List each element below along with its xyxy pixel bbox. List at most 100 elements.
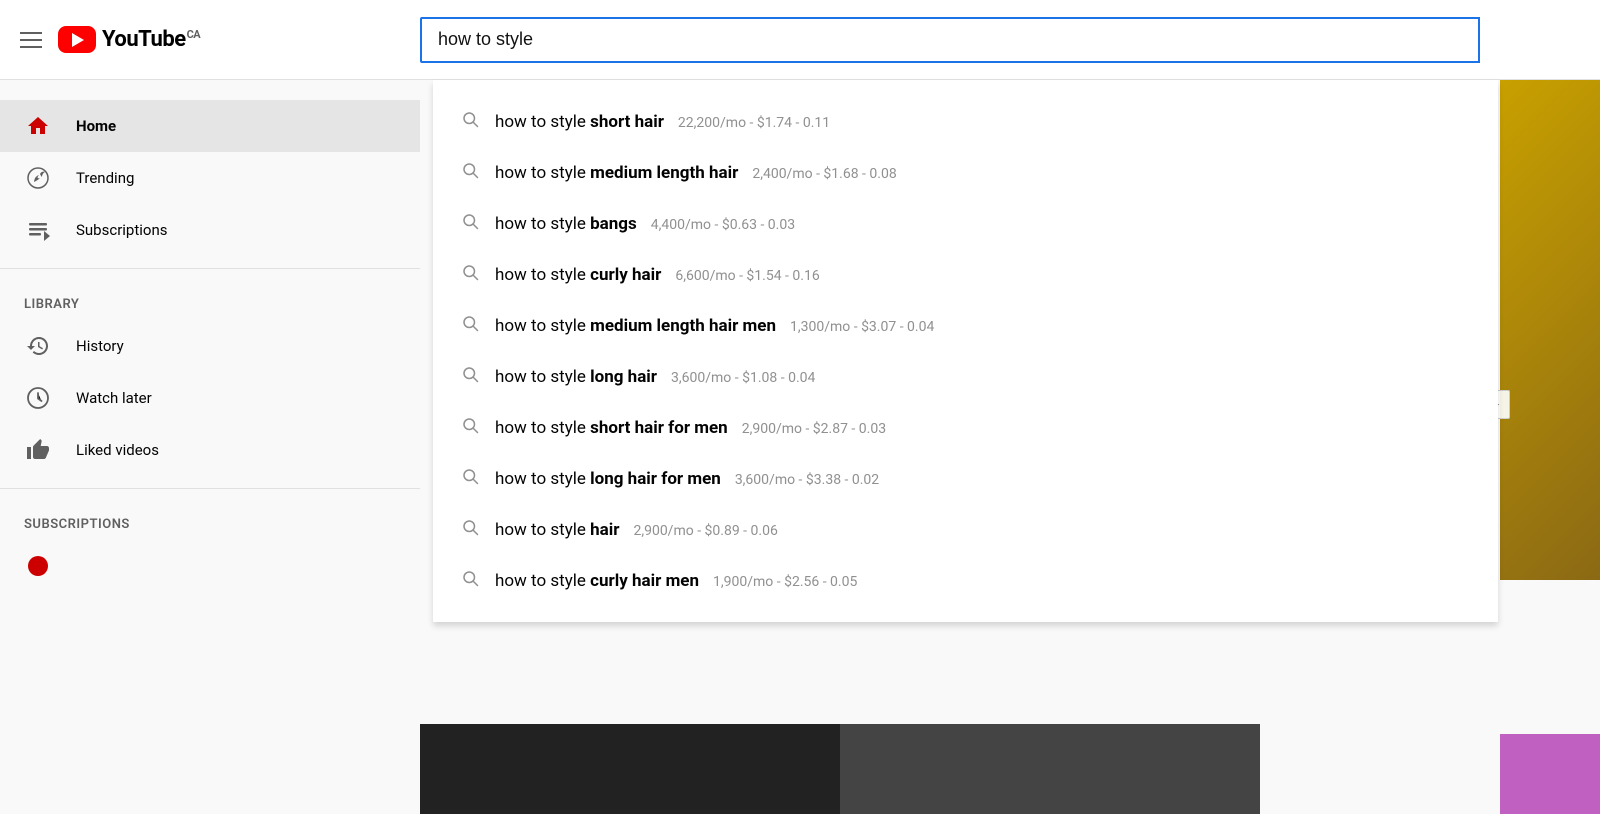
autocomplete-text: how to style medium length hair men1,300… — [495, 316, 934, 336]
sidebar-item-watch-later[interactable]: Watch later — [0, 372, 420, 424]
autocomplete-prefix: how to style — [495, 112, 590, 132]
youtube-logo[interactable]: YouTubeCA — [58, 26, 200, 53]
autocomplete-meta: 2,400/mo - $1.68 - 0.08 — [752, 166, 896, 182]
autocomplete-meta: 22,200/mo - $1.74 - 0.11 — [678, 115, 830, 131]
autocomplete-bold: medium length hair — [590, 163, 738, 183]
autocomplete-item-6[interactable]: how to style short hair for men2,900/mo … — [433, 402, 1498, 453]
autocomplete-item-4[interactable]: how to style medium length hair men1,300… — [433, 300, 1498, 351]
bottom-thumbnails — [420, 724, 1260, 814]
autocomplete-text: how to style long hair for men 3,600/mo -… — [495, 469, 879, 489]
youtube-wordmark: YouTubeCA — [102, 27, 200, 52]
trending-icon — [24, 164, 52, 192]
search-icon — [461, 161, 479, 184]
autocomplete-bold: curly hair men — [590, 571, 699, 591]
search-icon — [461, 110, 479, 133]
autocomplete-text: how to style curly hair men 1,900/mo - $2… — [495, 571, 857, 591]
subscriptions-section-label: SUBSCRIPTIONS — [0, 501, 420, 540]
autocomplete-prefix: how to style — [495, 265, 590, 285]
search-icon — [461, 416, 479, 439]
header-left: YouTubeCA — [20, 26, 420, 53]
autocomplete-meta: 4,400/mo - $0.63 - 0.03 — [651, 217, 795, 233]
autocomplete-item-8[interactable]: how to style hair 2,900/mo - $0.89 - 0.06 — [433, 504, 1498, 555]
sidebar-item-liked-videos[interactable]: Liked videos — [0, 424, 420, 476]
autocomplete-meta: 2,900/mo - $2.87 - 0.03 — [742, 421, 886, 437]
search-input[interactable] — [420, 17, 1480, 63]
youtube-icon — [58, 26, 96, 53]
search-icon — [461, 569, 479, 592]
autocomplete-item-2[interactable]: how to style bangs 4,400/mo - $0.63 - 0.0… — [433, 198, 1498, 249]
hamburger-menu-button[interactable] — [20, 32, 42, 48]
watch-later-icon — [24, 384, 52, 412]
autocomplete-prefix: how to style — [495, 418, 590, 438]
home-icon — [24, 112, 52, 140]
autocomplete-text: how to style medium length hair 2,400/mo … — [495, 163, 897, 183]
sidebar-item-subscriptions[interactable]: Subscriptions — [0, 204, 420, 256]
autocomplete-meta: 3,600/mo - $3.38 - 0.02 — [735, 472, 879, 488]
sidebar-item-label: Liked videos — [76, 441, 159, 459]
sidebar-item-label: History — [76, 337, 124, 355]
right-thumbnail — [1500, 80, 1600, 580]
sidebar-item-trending[interactable]: Trending — [0, 152, 420, 204]
autocomplete-item-9[interactable]: how to style curly hair men 1,900/mo - $2… — [433, 555, 1498, 606]
youtube-text: YouTube — [102, 27, 186, 52]
autocomplete-text: how to style bangs 4,400/mo - $0.63 - 0.0… — [495, 214, 795, 234]
subscriptions-icon — [24, 216, 52, 244]
bottom-thumb-1 — [420, 724, 840, 814]
history-icon — [24, 332, 52, 360]
autocomplete-bold: long hair for men — [590, 469, 721, 489]
autocomplete-item-1[interactable]: how to style medium length hair 2,400/mo … — [433, 147, 1498, 198]
sidebar-item-subscription-1[interactable] — [0, 540, 420, 592]
sidebar-divider-2 — [0, 488, 420, 489]
search-container — [420, 17, 1480, 63]
autocomplete-meta: 1,900/mo - $2.56 - 0.05 — [713, 574, 857, 590]
autocomplete-item-7[interactable]: how to style long hair for men 3,600/mo -… — [433, 453, 1498, 504]
search-icon — [461, 467, 479, 490]
search-icon — [461, 518, 479, 541]
autocomplete-text: how to style curly hair 6,600/mo - $1.54 … — [495, 265, 820, 285]
autocomplete-meta: 3,600/mo - $1.08 - 0.04 — [671, 370, 815, 386]
bottom-thumb-2 — [840, 724, 1260, 814]
autocomplete-bold: medium length hair men — [590, 316, 776, 336]
autocomplete-bold: long hair — [590, 367, 657, 387]
autocomplete-dropdown: how to style short hair 22,200/mo - $1.74… — [433, 80, 1498, 622]
sidebar-item-history[interactable]: History — [0, 320, 420, 372]
autocomplete-meta: 6,600/mo - $1.54 - 0.16 — [675, 268, 819, 284]
header: YouTubeCA — [0, 0, 1600, 80]
sidebar-item-label: Trending — [76, 169, 134, 187]
search-icon — [461, 263, 479, 286]
autocomplete-item-5[interactable]: how to style long hair 3,600/mo - $1.08 -… — [433, 351, 1498, 402]
autocomplete-item-0[interactable]: how to style short hair 22,200/mo - $1.74… — [433, 96, 1498, 147]
sidebar-item-home[interactable]: Home — [0, 100, 420, 152]
library-section-label: LIBRARY — [0, 281, 420, 320]
autocomplete-bold: curly hair — [590, 265, 661, 285]
autocomplete-text: how to style short hair for men2,900/mo … — [495, 418, 886, 438]
right-thumbnail-bottom — [1500, 734, 1600, 814]
autocomplete-text: how to style long hair 3,600/mo - $1.08 -… — [495, 367, 815, 387]
sidebar-item-label: Home — [76, 117, 116, 135]
autocomplete-prefix: how to style — [495, 571, 590, 591]
autocomplete-prefix: how to style — [495, 469, 590, 489]
yt-play-icon — [58, 26, 96, 53]
youtube-country: CA — [187, 28, 201, 41]
autocomplete-text: how to style hair 2,900/mo - $0.89 - 0.06 — [495, 520, 778, 540]
search-icon — [461, 365, 479, 388]
autocomplete-prefix: how to style — [495, 214, 590, 234]
sidebar-item-label: Watch later — [76, 389, 152, 407]
autocomplete-bold: bangs — [590, 214, 637, 234]
subscription-channel-icon — [24, 552, 52, 580]
sidebar: Home Trending Subscriptions LIBRARY — [0, 80, 420, 814]
sidebar-item-label: Subscriptions — [76, 221, 167, 239]
autocomplete-bold: hair — [590, 520, 619, 540]
autocomplete-prefix: how to style — [495, 316, 590, 336]
liked-videos-icon — [24, 436, 52, 464]
autocomplete-bold: short hair — [590, 112, 664, 132]
search-icon — [461, 314, 479, 337]
search-icon — [461, 212, 479, 235]
autocomplete-prefix: how to style — [495, 163, 590, 183]
autocomplete-prefix: how to style — [495, 367, 590, 387]
autocomplete-item-3[interactable]: how to style curly hair 6,600/mo - $1.54 … — [433, 249, 1498, 300]
autocomplete-text: how to style short hair 22,200/mo - $1.74… — [495, 112, 830, 132]
sidebar-divider — [0, 268, 420, 269]
autocomplete-prefix: how to style — [495, 520, 590, 540]
autocomplete-meta: 2,900/mo - $0.89 - 0.06 — [633, 523, 777, 539]
